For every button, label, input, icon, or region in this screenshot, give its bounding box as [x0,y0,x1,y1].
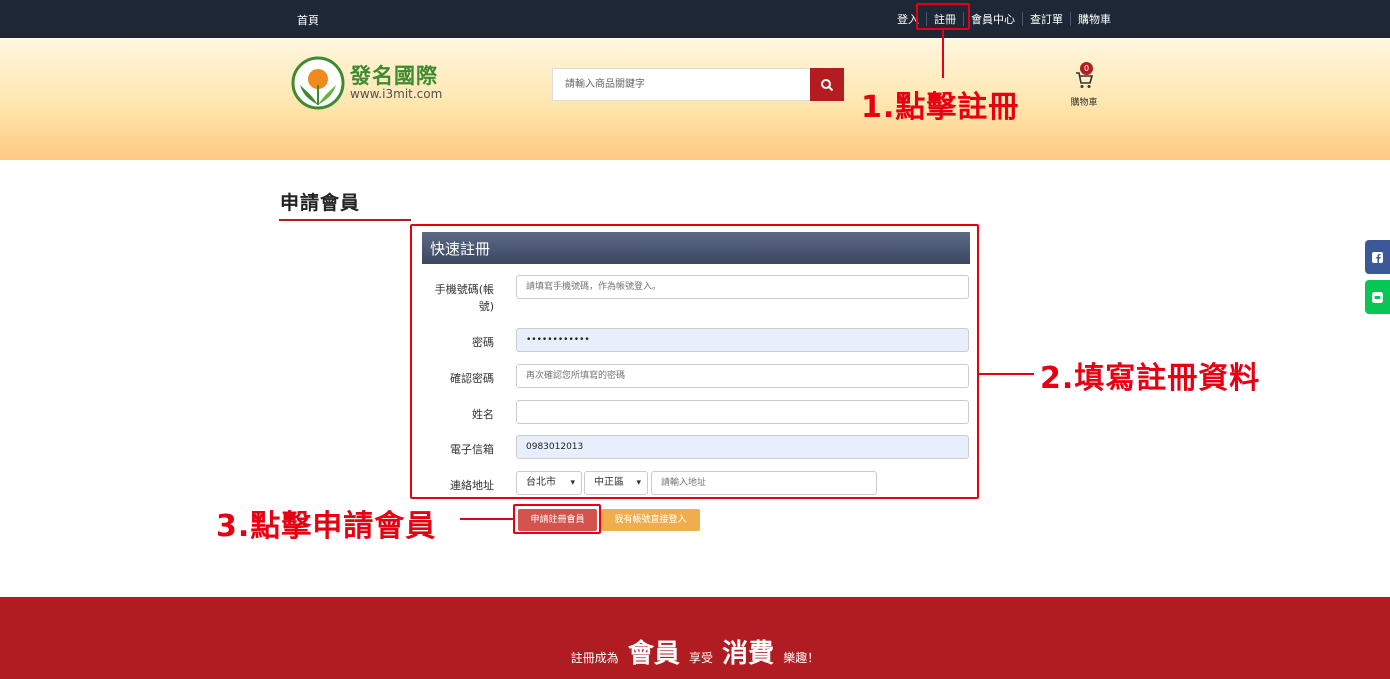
nav-home-link[interactable]: 首頁 [297,12,319,28]
search-bar [552,68,844,101]
site-logo[interactable]: 發名國際 www.i3mit.com [290,55,442,111]
page-title: 申請會員 [280,192,361,214]
logo-url: www.i3mit.com [350,87,443,101]
footer-text-1: 註冊成為 [570,651,619,665]
footer-slogan: 註冊成為 會員 享受 消費 樂趣！ [0,633,1390,670]
annotation-register-pointer [942,30,944,78]
footer-text-2: 享受 [688,651,713,665]
nav-cart-link[interactable]: 購物車 [1071,11,1118,27]
annotation-step2: 2.填寫註冊資料 [1040,361,1261,396]
footer-text-consume: 消費 [722,639,775,669]
annotation-submit-box [513,504,601,534]
facebook-icon [1372,251,1383,263]
top-nav-bar: 首頁 登入 註冊 會員中心 查訂單 購物車 [0,0,1390,38]
annotation-step3: 3.點擊申請會員 [216,509,437,544]
annotation-form-pointer [979,373,1034,375]
logo-title: 發名國際 [350,64,438,88]
facebook-share-button[interactable] [1365,240,1390,274]
search-button[interactable] [810,68,844,101]
title-underline [279,219,411,221]
line-icon [1372,291,1383,303]
footer-banner: 註冊成為 會員 享受 消費 樂趣！ [0,597,1390,679]
login-existing-button[interactable]: 我有帳號直接登入 [601,509,700,531]
logo-leaf-icon [290,55,346,111]
annotation-form-box [410,224,979,499]
footer-text-3: 樂趣！ [783,651,820,665]
search-icon [821,78,834,91]
cart-count-badge: 0 [1080,62,1093,75]
nav-orders-link[interactable]: 查訂單 [1023,11,1070,27]
annotation-submit-pointer [460,518,513,520]
line-share-button[interactable] [1365,280,1390,314]
cart-label: 購物車 [1070,98,1098,108]
annotation-register-box [916,3,970,30]
annotation-step1: 1.點擊註冊 [861,90,1020,125]
nav-member-center-link[interactable]: 會員中心 [964,11,1022,27]
search-input[interactable] [552,68,810,101]
footer-text-member: 會員 [627,639,680,669]
